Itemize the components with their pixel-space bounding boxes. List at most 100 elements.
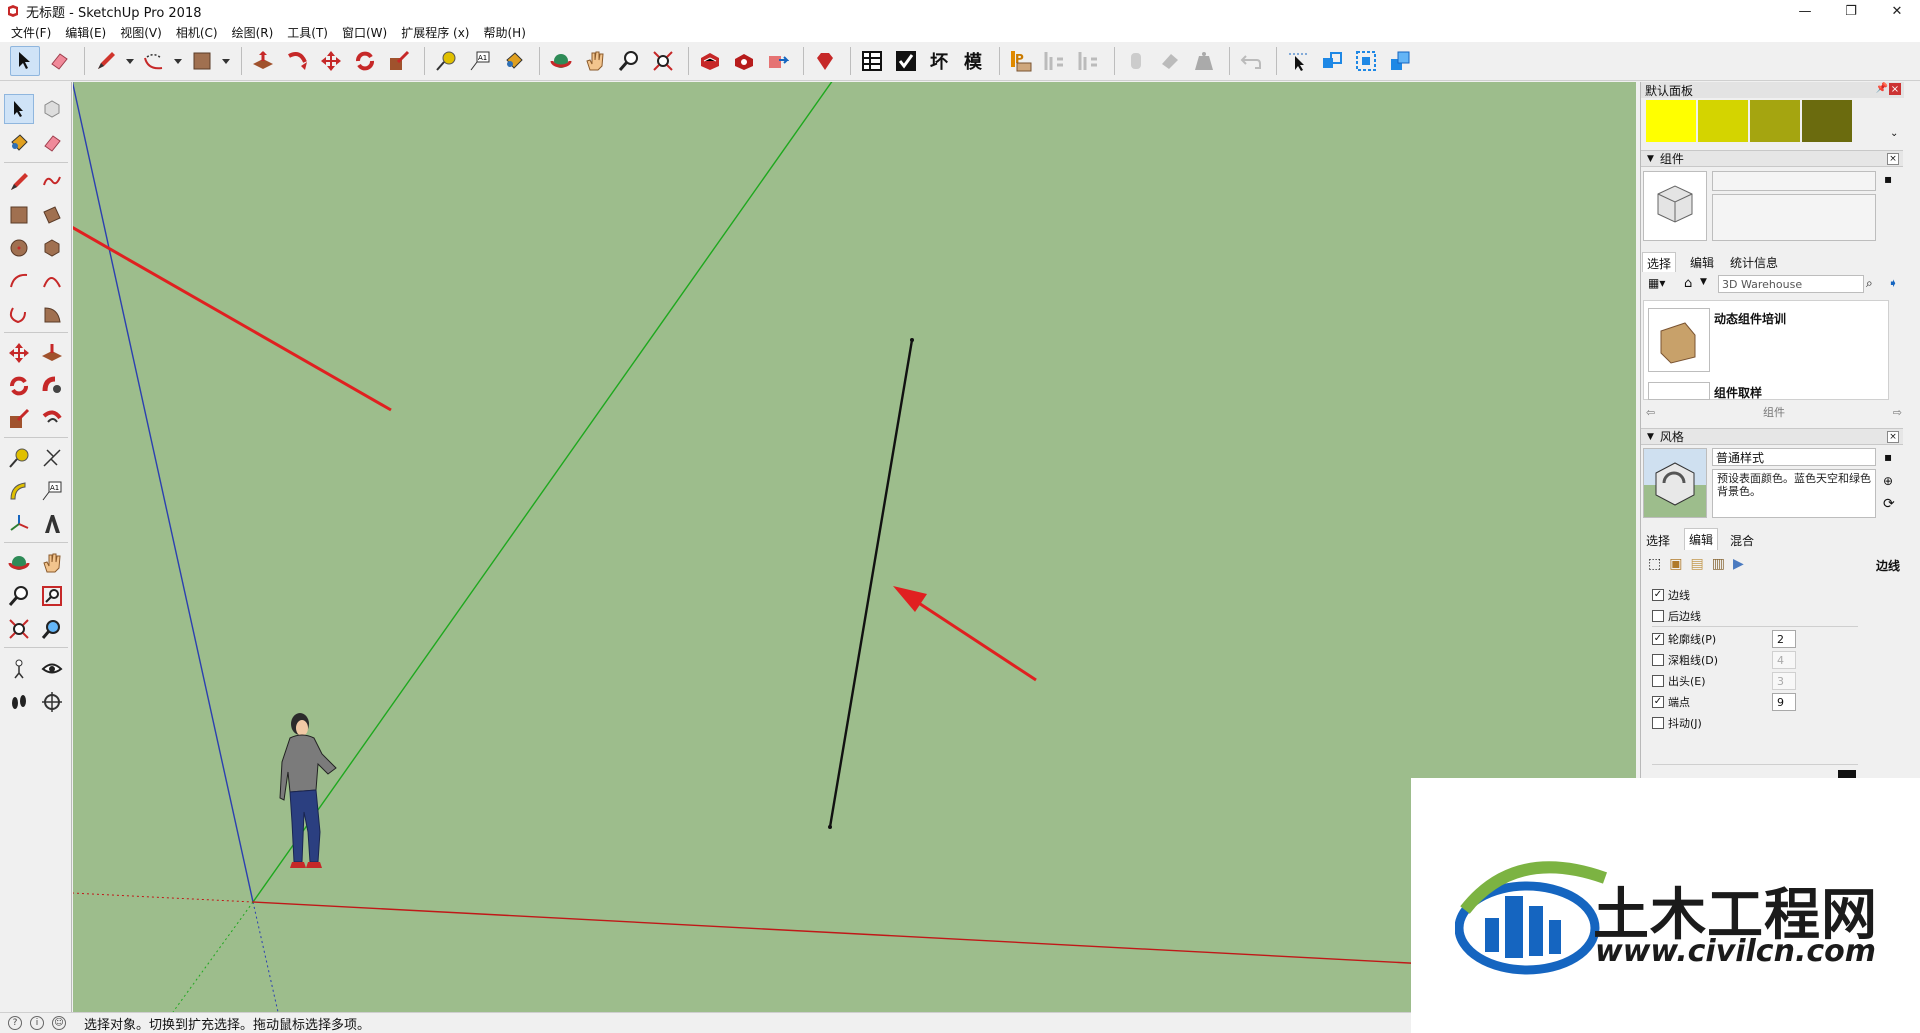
component-detail-icon[interactable]: ▪ <box>1884 172 1892 186</box>
left-follow-me-tool[interactable] <box>37 371 67 401</box>
styles-panel-close-icon[interactable]: × <box>1887 431 1899 443</box>
pin-icon[interactable]: 📌 <box>1876 83 1888 94</box>
checkbox-checked[interactable]: ✓ <box>1652 589 1664 601</box>
warehouse-search-input[interactable]: 3D Warehouse <box>1718 275 1864 293</box>
left-zoom-tool[interactable] <box>4 581 34 611</box>
navigation-dropdown-icon[interactable]: ▼ <box>1700 277 1707 287</box>
menu-camera[interactable]: 相机(C) <box>169 24 225 41</box>
left-3d-text-tool[interactable] <box>37 509 67 539</box>
minimize-button[interactable]: — <box>1782 0 1828 22</box>
menu-tools[interactable]: 工具(T) <box>280 24 335 41</box>
search-icon[interactable]: ⌕ <box>1866 276 1873 291</box>
user-account-icon[interactable]: ☺ <box>52 1016 66 1030</box>
edge-setting-row[interactable]: 深粗线(D) <box>1652 652 1718 668</box>
modeling-settings-icon[interactable]: ▶ <box>1733 556 1744 572</box>
left-orbit-tool[interactable] <box>4 548 34 578</box>
disabled-plugin-button-1[interactable] <box>1040 46 1070 76</box>
style-name-field[interactable]: 普通样式 <box>1712 448 1876 466</box>
weight-plugin-button[interactable] <box>1189 46 1219 76</box>
update-style-icon[interactable]: ⟳ <box>1883 496 1895 512</box>
style-description-field[interactable]: 预设表面颜色。蓝色天空和绿色背景色。 <box>1712 469 1876 518</box>
rotate-tool-button[interactable] <box>350 46 380 76</box>
left-section-plane-tool[interactable] <box>37 687 67 717</box>
tab-components-edit[interactable]: 编辑 <box>1686 254 1718 271</box>
component-plugin-button[interactable]: P <box>1006 46 1036 76</box>
undo-plugin-button[interactable] <box>1236 46 1266 76</box>
tray-scrollbar[interactable] <box>1906 82 1920 782</box>
menu-edit[interactable]: 编辑(E) <box>58 24 113 41</box>
details-arrow-icon[interactable]: ➧ <box>1888 276 1898 290</box>
edge-settings-icon[interactable]: ⬚ <box>1648 556 1661 572</box>
table-plugin-button[interactable] <box>857 46 887 76</box>
tray-close-icon[interactable]: × <box>1889 83 1901 95</box>
left-freehand-tool[interactable] <box>37 167 67 197</box>
left-select-tool[interactable] <box>4 94 34 124</box>
view-options-icon[interactable]: ▦▾ <box>1648 276 1665 290</box>
extension-warehouse-button[interactable] <box>810 46 840 76</box>
menu-help[interactable]: 帮助(H) <box>476 24 532 41</box>
checkbox-unchecked[interactable] <box>1652 654 1664 666</box>
zoom-extents-tool-button[interactable] <box>648 46 678 76</box>
edge-setting-row[interactable]: 抖动(J) <box>1652 715 1702 731</box>
share-component-button[interactable] <box>729 46 759 76</box>
tab-styles-select[interactable]: 选择 <box>1642 532 1674 549</box>
left-zoom-window-tool[interactable] <box>37 581 67 611</box>
checkbox-unchecked[interactable] <box>1652 717 1664 729</box>
tab-components-select[interactable]: 选择 <box>1642 252 1677 272</box>
forward-arrow-icon[interactable]: ⇨ <box>1893 406 1902 419</box>
left-rotated-rectangle-tool[interactable] <box>37 200 67 230</box>
left-protractor-tool[interactable] <box>4 476 34 506</box>
left-circle-tool[interactable] <box>4 233 34 263</box>
left-look-around-tool[interactable] <box>37 654 67 684</box>
disabled-plugin-button-2[interactable] <box>1074 46 1104 76</box>
menu-view[interactable]: 视图(V) <box>113 24 169 41</box>
back-arrow-icon[interactable]: ⇦ <box>1646 406 1655 419</box>
tab-components-statistics[interactable]: 统计信息 <box>1726 254 1782 271</box>
left-zoom-extents-tool[interactable] <box>4 614 34 644</box>
left-push-pull-tool[interactable] <box>37 338 67 368</box>
component-result-thumbnail[interactable] <box>1648 308 1710 372</box>
home-icon[interactable]: ⌂ <box>1684 276 1692 291</box>
component-result-thumbnail[interactable] <box>1648 382 1710 400</box>
close-button[interactable]: ✕ <box>1874 0 1920 22</box>
components-panel-header[interactable]: ▼ 组件 × <box>1641 150 1903 167</box>
credits-icon[interactable]: i <box>30 1016 44 1030</box>
text-tool-button[interactable]: A1 <box>465 46 495 76</box>
left-arc-tool[interactable] <box>4 266 34 296</box>
edge-setting-row[interactable]: ✓ 轮廓线(P) <box>1652 631 1716 647</box>
left-scale-tool[interactable] <box>4 404 34 434</box>
eraser-plugin-button[interactable] <box>1155 46 1185 76</box>
left-position-camera-tool[interactable] <box>4 654 34 684</box>
rectangle-tool-button[interactable] <box>187 46 217 76</box>
cylinder-plugin-button[interactable] <box>1121 46 1151 76</box>
checkbox-unchecked[interactable] <box>1652 610 1664 622</box>
menu-window[interactable]: 窗口(W) <box>335 24 394 41</box>
left-polygon-tool[interactable] <box>37 233 67 263</box>
left-tape-measure-tool[interactable] <box>4 443 34 473</box>
component-select-plugin-button[interactable] <box>1351 46 1381 76</box>
line-tool-dropdown[interactable] <box>125 46 135 76</box>
line-tool-button[interactable] <box>91 46 121 76</box>
select-tool-button[interactable] <box>10 46 40 76</box>
group-plugin-button[interactable] <box>1317 46 1347 76</box>
profile-width-input[interactable]: 2 <box>1772 630 1796 648</box>
left-pan-tool[interactable] <box>37 548 67 578</box>
menu-draw[interactable]: 绘图(R) <box>225 24 281 41</box>
zoom-tool-button[interactable] <box>614 46 644 76</box>
material-swatch[interactable] <box>1698 100 1748 142</box>
component-results-scrollbar[interactable] <box>1890 302 1902 398</box>
broken-plugin-button[interactable]: 坏 <box>925 47 953 75</box>
left-two-point-arc-tool[interactable] <box>37 266 67 296</box>
style-detail-icon[interactable]: ▪ <box>1884 450 1892 464</box>
left-walk-tool[interactable] <box>4 687 34 717</box>
model-plugin-button[interactable]: 模 <box>959 47 987 75</box>
tab-styles-mix[interactable]: 混合 <box>1726 532 1758 549</box>
left-three-point-arc-tool[interactable] <box>4 299 34 329</box>
modeling-viewport[interactable] <box>73 82 1636 1012</box>
checkbox-unchecked[interactable] <box>1652 675 1664 687</box>
edge-setting-row[interactable]: 出头(E) <box>1652 673 1706 689</box>
share-model-button[interactable] <box>763 46 793 76</box>
warehouse-button[interactable] <box>695 46 725 76</box>
face-settings-icon[interactable]: ▣ <box>1669 556 1682 572</box>
left-pie-tool[interactable] <box>37 299 67 329</box>
